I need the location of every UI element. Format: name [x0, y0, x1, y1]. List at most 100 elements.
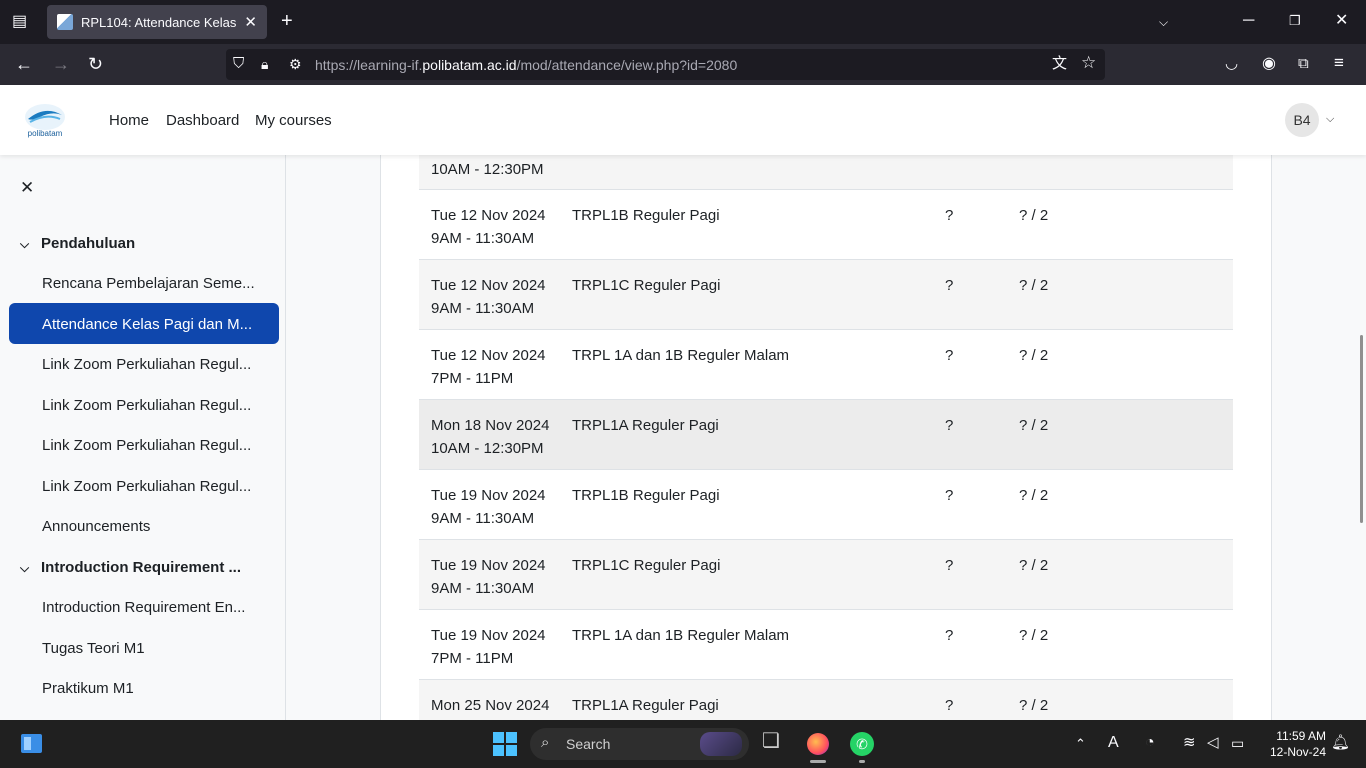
pocket-icon[interactable]: ◡	[1225, 56, 1238, 72]
drawer-item-zoom-1[interactable]: Link Zoom Perkuliahan Regul...	[42, 356, 251, 373]
session-points: ? / 2	[1019, 347, 1049, 364]
drawer-item-zoom-3[interactable]: Link Zoom Perkuliahan Regul...	[42, 437, 251, 454]
nav-dashboard[interactable]: Dashboard	[166, 112, 239, 129]
session-date-time: Tue 12 Nov 2024 9AM - 11:30AM	[431, 274, 546, 320]
user-avatar[interactable]: B4	[1285, 103, 1319, 137]
session-description: TRPL1C Reguler Pagi	[572, 277, 721, 294]
whatsapp-icon[interactable]: ✆	[850, 732, 874, 756]
back-icon[interactable]: ←	[15, 55, 33, 73]
account-icon[interactable]: ◉	[1262, 56, 1276, 72]
reload-icon[interactable]: ↻	[88, 55, 103, 73]
minimize-icon[interactable]: ─	[1243, 13, 1254, 29]
table-row: Tue 12 Nov 2024 9AM - 11:30AM TRPL1C Regul…	[419, 260, 1233, 330]
session-points: ? / 2	[1019, 417, 1049, 434]
menu-icon[interactable]: ≡	[1334, 54, 1344, 71]
drawer-item-zoom-2[interactable]: Link Zoom Perkuliahan Regul...	[42, 397, 251, 414]
drawer-item-zoom-4[interactable]: Link Zoom Perkuliahan Regul...	[42, 478, 251, 495]
lock-icon[interactable]: 🔒︎	[261, 56, 268, 72]
session-description: TRPL1B Reguler Pagi	[572, 207, 720, 224]
taskbar-clock[interactable]: 11:59 AM 12-Nov-24	[1256, 728, 1326, 760]
start-windows-icon[interactable]	[493, 732, 517, 756]
browser-tab[interactable]: RPL104: Attendance Kelas Pagi ✕	[47, 5, 267, 39]
window-close-icon[interactable]: ✕	[1335, 13, 1348, 29]
search-icon: ⌕	[541, 734, 550, 751]
list-tabs-icon[interactable]: ⌵	[1159, 14, 1168, 30]
table-row: Tue 12 Nov 2024 7PM - 11PM TRPL 1A dan 1B …	[419, 330, 1233, 400]
session-date-time: Tue 12 Nov 2024 9AM - 11:30AM	[431, 204, 546, 250]
session-date-time: Mon 25 Nov 2024	[431, 694, 549, 717]
session-points: ? / 2	[1019, 557, 1049, 574]
session-points: ? / 2	[1019, 207, 1049, 224]
task-view-icon[interactable]: ❏	[762, 731, 780, 751]
session-date: Mon 18 Nov 2024	[431, 417, 550, 434]
session-status: ?	[945, 697, 954, 714]
session-date-time: Tue 19 Nov 2024 7PM - 11PM	[431, 624, 546, 670]
polibatam-logo[interactable]: polibatam	[22, 101, 68, 139]
session-date: Tue 19 Nov 2024	[431, 487, 546, 504]
firefox-icon[interactable]	[807, 733, 829, 755]
session-status: ?	[945, 207, 954, 224]
notifications-bell-icon[interactable]: 🔔︎	[1331, 735, 1350, 751]
session-time: 10AM - 12:30PM	[431, 161, 544, 178]
nav-my-courses[interactable]: My courses	[255, 112, 332, 129]
drawer-item-intro-req[interactable]: Introduction Requirement En...	[42, 599, 245, 616]
refresh-status-icon[interactable]: ◔	[1145, 735, 1155, 751]
session-date: Tue 12 Nov 2024	[431, 347, 546, 364]
table-row: Tue 12 Nov 2024 9AM - 11:30AM TRPL1B Regul…	[419, 190, 1233, 260]
session-points: ? / 2	[1019, 277, 1049, 294]
nav-home[interactable]: Home	[109, 112, 149, 129]
drawer-item-praktikum[interactable]: Praktikum M1	[42, 680, 134, 697]
new-tab-icon[interactable]: +	[281, 11, 293, 31]
tab-overview-icon[interactable]: ▤	[12, 14, 27, 30]
session-points: ? / 2	[1019, 487, 1049, 504]
session-time: 10AM - 12:30PM	[431, 440, 544, 457]
session-status: ?	[945, 277, 954, 294]
section-pendahuluan[interactable]: ⌵ Pendahuluan	[20, 235, 135, 252]
session-date: Tue 19 Nov 2024	[431, 557, 546, 574]
search-highlight-icon	[700, 732, 742, 756]
session-date-time: Tue 19 Nov 2024 9AM - 11:30AM	[431, 484, 546, 530]
drawer-item-announcements[interactable]: Announcements	[42, 518, 150, 535]
restore-icon[interactable]: ❐	[1289, 13, 1301, 29]
forward-icon[interactable]: →	[52, 55, 70, 73]
session-description: TRPL1A Reguler Pagi	[572, 417, 719, 434]
shield-icon[interactable]: ⛉	[233, 56, 244, 72]
section-introduction[interactable]: ⌵ Introduction Requirement ...	[20, 559, 241, 576]
drawer-item-attendance-active[interactable]: Attendance Kelas Pagi dan M...	[9, 303, 279, 344]
session-date: Tue 12 Nov 2024	[431, 277, 546, 294]
session-status: ?	[945, 557, 954, 574]
table-row: Tue 19 Nov 2024 7PM - 11PM TRPL 1A dan 1B …	[419, 610, 1233, 680]
bookmark-star-icon[interactable]: ☆	[1081, 54, 1096, 71]
session-status: ?	[945, 417, 954, 434]
permissions-icon[interactable]: ⚙	[289, 56, 302, 72]
close-drawer-icon[interactable]: ✕	[20, 178, 34, 198]
session-status: ?	[945, 487, 954, 504]
battery-icon[interactable]: ▭	[1231, 735, 1244, 751]
volume-icon[interactable]: ◁	[1207, 735, 1219, 751]
session-date: Tue 12 Nov 2024	[431, 207, 546, 224]
session-description: TRPL1A Reguler Pagi	[572, 697, 719, 714]
tab-close-icon[interactable]: ✕	[244, 13, 257, 31]
url-text[interactable]: https://learning-if.polibatam.ac.id/mod/…	[315, 57, 737, 73]
translate-icon[interactable]: 文	[1052, 56, 1067, 72]
session-date-time: Tue 19 Nov 2024 9AM - 11:30AM	[431, 554, 546, 600]
user-menu-chevron-icon[interactable]: ⌵	[1326, 113, 1334, 126]
page-scrollbar[interactable]	[1360, 335, 1363, 523]
session-date: Tue 19 Nov 2024	[431, 627, 546, 644]
session-description: TRPL 1A dan 1B Reguler Malam	[572, 627, 790, 644]
session-time: 9AM - 11:30AM	[431, 230, 535, 247]
session-time: 7PM - 11PM	[431, 650, 514, 667]
drawer-item-rps[interactable]: Rencana Pembelajaran Seme...	[42, 275, 255, 292]
extensions-icon[interactable]: ⧉	[1298, 56, 1309, 72]
session-points: ? / 2	[1019, 697, 1049, 714]
active-app-indicator	[810, 760, 826, 763]
widgets-icon[interactable]	[20, 733, 43, 754]
session-date: Mon 25 Nov 2024	[431, 697, 550, 714]
wifi-icon[interactable]: ≋	[1183, 735, 1196, 751]
font-icon[interactable]: A	[1108, 735, 1119, 751]
logo-text: polibatam	[28, 129, 63, 138]
drawer-item-tugas-teori[interactable]: Tugas Teori M1	[42, 640, 145, 657]
hidden-icons-chevron-icon[interactable]: ⌃	[1075, 736, 1086, 752]
table-row: Tue 19 Nov 2024 9AM - 11:30AM TRPL1C Regul…	[419, 540, 1233, 610]
session-status: ?	[945, 347, 954, 364]
